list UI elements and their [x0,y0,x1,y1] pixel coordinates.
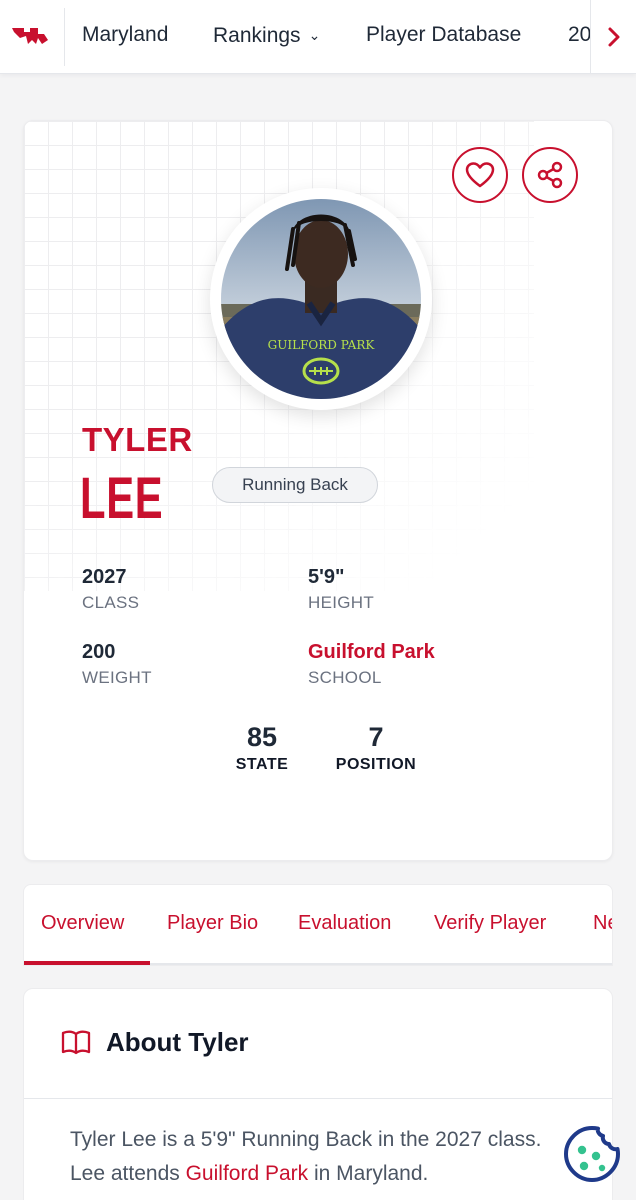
stat-height-label: HEIGHT [308,593,375,612]
nav-item-year[interactable]: 20 [568,0,591,73]
chevron-down-icon: ⌄ [308,27,321,43]
tab-evaluation[interactable]: Evaluation [298,885,391,961]
nav-item-player-database[interactable]: Player Database [366,0,521,73]
player-photo: GUILFORD PARK [221,199,421,399]
tab-player-bio[interactable]: Player Bio [167,885,258,961]
about-header: About Tyler [24,989,612,1099]
nav-divider [64,8,65,66]
nav-item-maryland[interactable]: Maryland [82,0,168,73]
nav-scroll-right-button[interactable] [590,0,636,73]
player-last-name: LEE [80,466,164,531]
state-rank-label: STATE [235,756,289,773]
chevron-right-icon [608,27,619,47]
about-card: About Tyler Tyler Lee is a 5'9" Running … [23,988,613,1200]
stat-school-label: SCHOOL [308,668,382,687]
top-nav: Maryland Rankings ⌄ Player Database 20 [0,0,636,74]
about-title: About Tyler [106,1027,249,1057]
stat-weight: 200 WEIGHT [82,640,152,689]
tab-verify-player[interactable]: Verify Player [434,885,546,961]
player-first-name: TYLER [82,421,193,458]
position-ranking: 7 POSITION [316,721,436,775]
stat-class: 2027 CLASS [82,565,139,614]
position-rank-label: POSITION [335,756,417,773]
maryland-logo-icon[interactable] [10,22,50,50]
position-badge: Running Back [212,467,378,503]
favorite-button[interactable] [452,147,508,203]
share-button[interactable] [522,147,578,203]
cookie-settings-button[interactable] [562,1124,622,1184]
state-rank-value: 85 [246,722,278,752]
nav-item-rankings-label: Rankings [213,24,301,47]
profile-tabs: Overview Player Bio Evaluation Verify Pl… [23,884,613,966]
about-text: Tyler Lee is a 5'9" Running Back in the … [70,1123,570,1191]
stat-height: 5'9" HEIGHT [308,565,374,614]
player-photo-frame: GUILFORD PARK [210,188,432,410]
stat-class-value: 2027 [82,566,127,588]
stat-school: Guilford Park SCHOOL [308,640,435,689]
position-rank-value: 7 [368,722,384,752]
nav-item-rankings[interactable]: Rankings ⌄ [213,0,321,73]
about-school-link[interactable]: Guilford Park [186,1162,309,1185]
heart-icon [465,162,495,188]
about-text-end: in Maryland. [308,1162,429,1185]
tab-overview[interactable]: Overview [41,885,124,961]
stat-weight-value: 200 [82,641,116,663]
player-profile-card: GUILFORD PARK TYLER LEE Running Back 202… [23,120,613,861]
stat-class-label: CLASS [82,593,140,612]
photo-jersey-text: GUILFORD PARK [268,338,376,352]
active-tab-indicator [24,961,150,965]
tab-news[interactable]: Ne [593,885,612,961]
cookie-icon [564,1126,620,1182]
share-icon [537,161,563,189]
state-ranking: 85 STATE [202,721,322,775]
stat-height-value: 5'9" [308,566,345,588]
book-icon [61,1030,91,1055]
stat-weight-label: WEIGHT [82,668,152,687]
school-link[interactable]: Guilford Park [308,640,435,664]
